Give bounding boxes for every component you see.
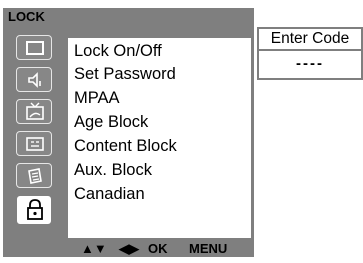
menu-item-age-block[interactable]: Age Block: [74, 113, 148, 132]
footer-menu-hint: MENU: [189, 241, 228, 256]
menu-item-canadian[interactable]: Canadian: [74, 185, 145, 204]
menu-item-aux-block[interactable]: Aux. Block: [74, 161, 152, 180]
enter-code-box: Enter Code ----: [257, 27, 363, 80]
sidebar: [8, 35, 64, 235]
sidebar-item-picture[interactable]: [16, 35, 52, 60]
menu-item-lock-on-off[interactable]: Lock On/Off: [74, 42, 162, 61]
sidebar-item-channel[interactable]: [16, 99, 52, 124]
enter-code-title: Enter Code: [259, 29, 361, 49]
sidebar-item-time[interactable]: [16, 131, 52, 156]
sidebar-item-options[interactable]: [16, 163, 52, 188]
footer-nav-updown: ▲▼: [81, 241, 107, 256]
lock-menu-panel: LOCK Lock On/Off Set Password MPAA Age B…: [3, 8, 254, 257]
menu-item-mpaa[interactable]: MPAA: [74, 89, 120, 108]
sidebar-item-sound[interactable]: [16, 67, 52, 92]
menu-title: LOCK: [8, 9, 45, 24]
lock-menu-list: Lock On/Off Set Password MPAA Age Block …: [68, 38, 251, 238]
menu-item-content-block[interactable]: Content Block: [74, 137, 177, 156]
sidebar-item-lock[interactable]: [16, 195, 52, 225]
code-input[interactable]: ----: [259, 51, 361, 78]
footer-ok-hint: OK: [148, 241, 168, 256]
menu-item-set-password[interactable]: Set Password: [74, 65, 176, 84]
footer-nav-leftright: ◀▶: [119, 241, 139, 256]
